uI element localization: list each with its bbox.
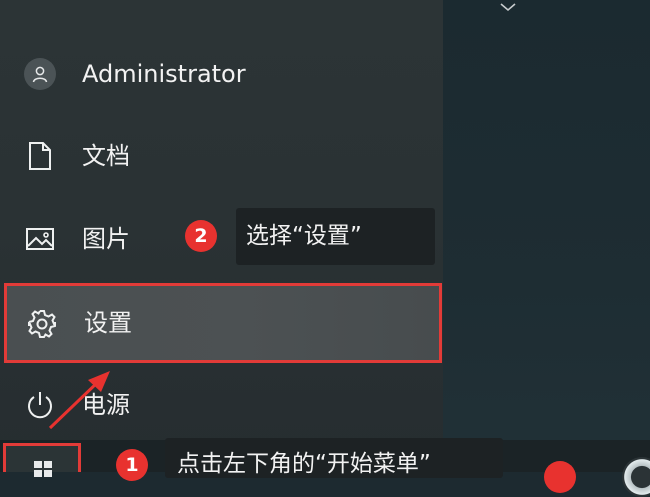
start-menu-item-label: 设置: [84, 309, 132, 337]
step-1-tooltip: 点击左下角的“开始菜单”: [165, 438, 503, 478]
desktop-background: [443, 0, 650, 472]
user-name: Administrator: [82, 60, 246, 88]
step-badge-2: 2: [185, 220, 217, 252]
windows-logo-icon: [34, 461, 52, 477]
start-menu-item-label: 文档: [82, 142, 130, 170]
gear-icon: [26, 308, 58, 340]
notification-badge: [544, 461, 576, 493]
start-menu-user[interactable]: Administrator: [0, 42, 443, 106]
start-menu-item-settings[interactable]: 设置: [4, 283, 442, 363]
step-badge-1: 1: [116, 449, 148, 481]
user-avatar-icon: [24, 58, 56, 90]
step-2-tooltip: 选择“设置”: [236, 208, 435, 265]
picture-icon: [24, 223, 56, 255]
start-menu-item-documents[interactable]: 文档: [0, 124, 443, 188]
edge-browser-icon[interactable]: [622, 457, 650, 497]
document-icon: [24, 140, 56, 172]
chevron-down-icon[interactable]: [498, 0, 518, 14]
start-button[interactable]: [3, 443, 81, 477]
annotation-arrow: [48, 371, 110, 430]
start-menu-item-label: 图片: [82, 225, 130, 253]
